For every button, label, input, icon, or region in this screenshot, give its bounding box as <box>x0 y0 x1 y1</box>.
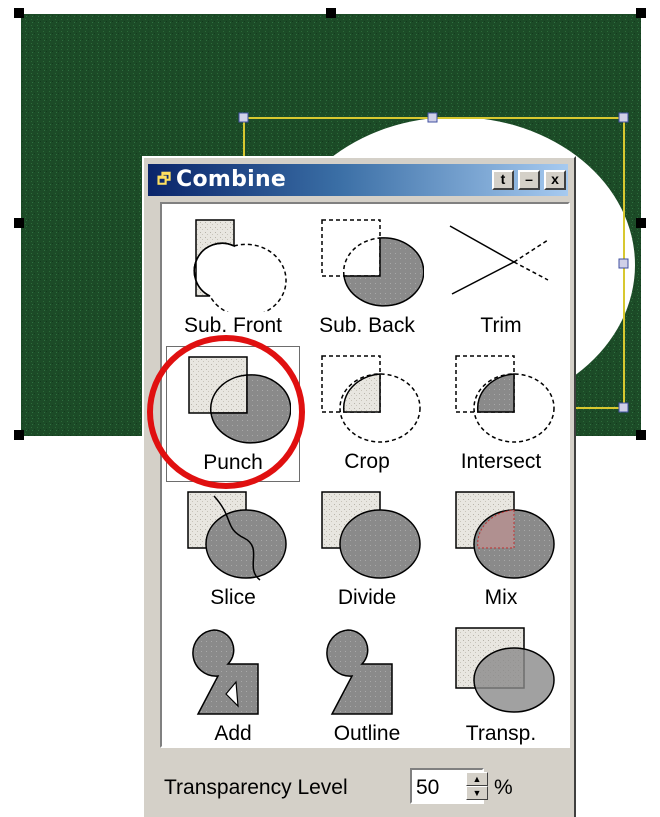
punch-icon <box>188 356 291 444</box>
spin-down-icon[interactable]: ▼ <box>466 786 488 800</box>
trim-icon <box>449 225 549 295</box>
tool-add[interactable]: Add <box>166 618 300 754</box>
tool-grid: Sub. Front Sub. Back Trim Punch Crop Int… <box>160 202 570 748</box>
tool-label: Transp. <box>465 722 537 745</box>
divide-icon <box>321 491 421 579</box>
close-button[interactable]: x <box>544 170 566 190</box>
minimize-button[interactable]: – <box>518 170 540 190</box>
tool-label: Sub. Back <box>319 314 415 337</box>
tool-label: Trim <box>480 314 522 337</box>
transparency-value: 50 <box>416 776 440 799</box>
transparency-spinner[interactable]: ▲ ▼ <box>466 772 488 800</box>
spin-up-icon[interactable]: ▲ <box>466 772 488 786</box>
sub-back-icon <box>321 219 424 307</box>
tool-label: Crop <box>344 450 390 473</box>
panel-title: Combine <box>176 167 287 192</box>
tool-label: Sub. Front <box>183 314 283 337</box>
combine-panel: 🗗 Combine t – x Sub. Front Sub. Back Tri… <box>142 156 576 817</box>
tool-label: Punch <box>203 451 263 474</box>
combine-app-icon: 🗗 <box>156 171 172 188</box>
tool-punch[interactable]: Punch <box>166 346 300 482</box>
crop-icon <box>321 355 421 443</box>
tool-label: Mix <box>484 586 518 609</box>
tool-crop[interactable]: Crop <box>300 346 434 482</box>
tool-trim[interactable]: Trim <box>434 210 568 346</box>
tool-label: Slice <box>210 586 256 609</box>
tool-label: Intersect <box>460 450 542 473</box>
mix-icon <box>455 491 555 579</box>
transparency-unit: % <box>494 776 513 799</box>
transparency-label: Transparency Level <box>164 776 348 799</box>
tool-label: Divide <box>337 586 397 609</box>
sub-front-icon <box>193 219 287 312</box>
outline-icon <box>326 629 393 715</box>
tool-label: Add <box>214 722 252 745</box>
add-icon <box>192 629 259 715</box>
tool-sub-front[interactable]: Sub. Front <box>166 210 300 346</box>
tool-divide[interactable]: Divide <box>300 482 434 618</box>
tool-mix[interactable]: Mix <box>434 482 568 618</box>
intersect-icon <box>455 355 555 443</box>
tool-sub-back[interactable]: Sub. Back <box>300 210 434 346</box>
panel-titlebar[interactable]: 🗗 Combine t – x <box>148 164 568 196</box>
tool-intersect[interactable]: Intersect <box>434 346 568 482</box>
slice-icon <box>187 491 287 581</box>
tool-transp[interactable]: Transp. <box>434 618 568 754</box>
transp-icon <box>455 627 555 713</box>
pin-button[interactable]: t <box>492 170 514 190</box>
tool-label: Outline <box>333 722 401 745</box>
tool-slice[interactable]: Slice <box>166 482 300 618</box>
tool-outline[interactable]: Outline <box>300 618 434 754</box>
